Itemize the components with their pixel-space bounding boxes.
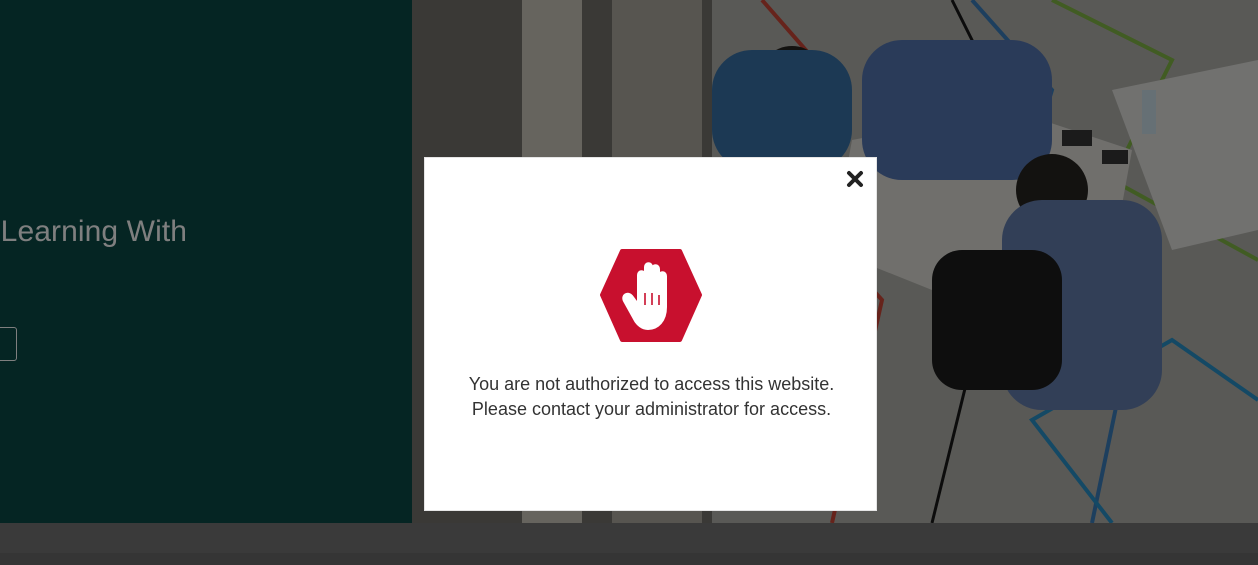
access-denied-message: You are not authorized to access this we…	[425, 372, 878, 422]
stop-hand-icon	[600, 249, 702, 342]
close-icon	[847, 171, 863, 187]
close-button[interactable]	[844, 168, 866, 190]
message-line-2: Please contact your administrator for ac…	[471, 399, 832, 419]
access-denied-modal: You are not authorized to access this we…	[424, 157, 877, 511]
message-line-1: You are not authorized to access this we…	[468, 374, 835, 394]
